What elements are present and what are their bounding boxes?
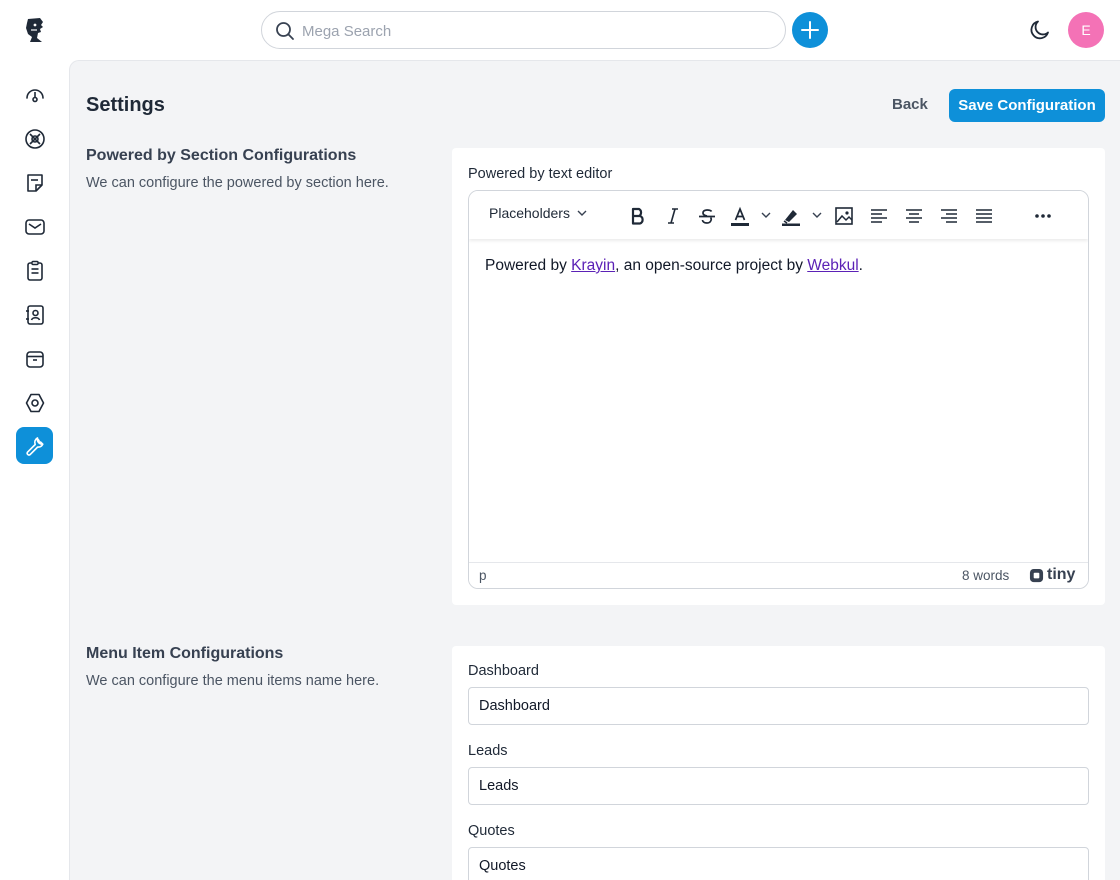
sidebar-item-contacts[interactable] [16, 296, 53, 333]
sidebar-item-settings[interactable] [16, 384, 53, 421]
menu-items-section-description: We can configure the menu items name her… [86, 673, 380, 689]
hexagon-settings-icon [25, 393, 44, 412]
content-prefix: Powered by [485, 257, 572, 274]
search-input[interactable] [302, 20, 762, 42]
tiny-logo-icon [1029, 568, 1044, 582]
align-left-icon [871, 209, 887, 223]
editor-toolbar: Placeholders [469, 191, 1088, 239]
sidebar-item-leads[interactable] [16, 120, 53, 157]
quick-add-button[interactable] [792, 12, 828, 48]
tiny-brand-text: tiny [1047, 566, 1076, 583]
contact-book-icon [25, 304, 44, 325]
align-left-button[interactable] [866, 203, 892, 229]
mega-search-box[interactable] [261, 11, 786, 49]
element-path[interactable]: p [479, 568, 487, 583]
more-options-button[interactable] [1030, 203, 1056, 229]
sidebar [0, 60, 69, 880]
text-color-icon [731, 206, 749, 226]
highlighter-icon [782, 210, 800, 226]
align-right-icon [941, 209, 957, 223]
box-icon [25, 350, 44, 368]
bold-button[interactable] [625, 203, 651, 229]
sidebar-item-mail[interactable] [16, 208, 53, 245]
sidebar-item-activities[interactable] [16, 252, 53, 289]
highlight-chevron-icon[interactable] [810, 208, 824, 222]
tiny-brand-logo[interactable]: tiny [1029, 566, 1075, 584]
krayin-link[interactable]: Krayin [571, 257, 615, 274]
content-suffix: . [858, 257, 863, 274]
bold-icon [631, 207, 644, 225]
back-button[interactable]: Back [878, 88, 942, 122]
powered-by-card: Powered by text editor Placeholders Powe… [452, 148, 1105, 605]
sidebar-item-quotes[interactable] [16, 164, 53, 201]
wrench-icon [25, 436, 44, 456]
align-center-button[interactable] [901, 203, 927, 229]
sidebar-item-products[interactable] [16, 340, 53, 377]
powered-by-section-description: We can configure the powered by section … [86, 175, 389, 191]
justify-icon [976, 209, 992, 223]
rich-text-editor: Placeholders Powered by Krayin, an open-… [468, 190, 1089, 589]
quotes-name-input[interactable] [468, 847, 1089, 880]
powered-by-editor-label: Powered by text editor [468, 166, 613, 182]
dashboard-field-label: Dashboard [468, 663, 539, 679]
save-configuration-button[interactable]: Save Configuration [949, 89, 1105, 122]
top-bar: E [0, 0, 1120, 60]
dashboard-name-input[interactable] [468, 687, 1089, 725]
dark-mode-moon-icon[interactable] [1028, 18, 1052, 42]
chevron-down-icon [577, 210, 587, 216]
quotes-field-label: Quotes [468, 823, 515, 839]
page-title: Settings [86, 94, 165, 116]
text-color-button[interactable] [727, 203, 753, 229]
leads-name-input[interactable] [468, 767, 1089, 805]
justify-button[interactable] [971, 203, 997, 229]
image-icon [835, 207, 853, 225]
text-color-chevron-icon[interactable] [759, 208, 773, 222]
gauge-icon [25, 88, 44, 102]
align-center-icon [906, 209, 922, 223]
italic-icon [668, 208, 678, 224]
align-right-button[interactable] [936, 203, 962, 229]
strikethrough-button[interactable] [694, 203, 720, 229]
mail-icon [24, 218, 45, 235]
more-horizontal-icon [1035, 214, 1051, 218]
insert-image-button[interactable] [831, 203, 857, 229]
clipboard-icon [26, 260, 43, 281]
leads-icon [24, 128, 45, 149]
placeholders-dropdown[interactable]: Placeholders [489, 205, 588, 221]
main-content: Settings Back Save Configuration Powered… [69, 60, 1120, 880]
editor-content[interactable]: Powered by Krayin, an open-source projec… [485, 257, 863, 275]
sidebar-item-dashboard[interactable] [16, 76, 53, 113]
placeholders-label: Placeholders [489, 205, 570, 221]
webkul-link[interactable]: Webkul [807, 257, 858, 274]
word-count[interactable]: 8 words [962, 568, 1009, 583]
menu-items-section-title: Menu Item Configurations [86, 645, 284, 662]
menu-items-card: Dashboard Leads Quotes [452, 646, 1105, 880]
sidebar-item-configuration[interactable] [16, 427, 53, 464]
italic-button[interactable] [660, 203, 686, 229]
search-icon [276, 22, 294, 40]
highlight-color-button[interactable] [778, 203, 804, 229]
logo-icon[interactable] [22, 16, 48, 44]
plus-icon [801, 21, 819, 39]
user-avatar[interactable]: E [1068, 12, 1104, 48]
note-icon [26, 173, 43, 192]
editor-statusbar: p 8 words tiny [469, 562, 1088, 588]
leads-field-label: Leads [468, 743, 508, 759]
powered-by-section-title: Powered by Section Configurations [86, 147, 357, 164]
strikethrough-icon [699, 209, 715, 224]
content-middle: , an open-source project by [615, 257, 808, 274]
